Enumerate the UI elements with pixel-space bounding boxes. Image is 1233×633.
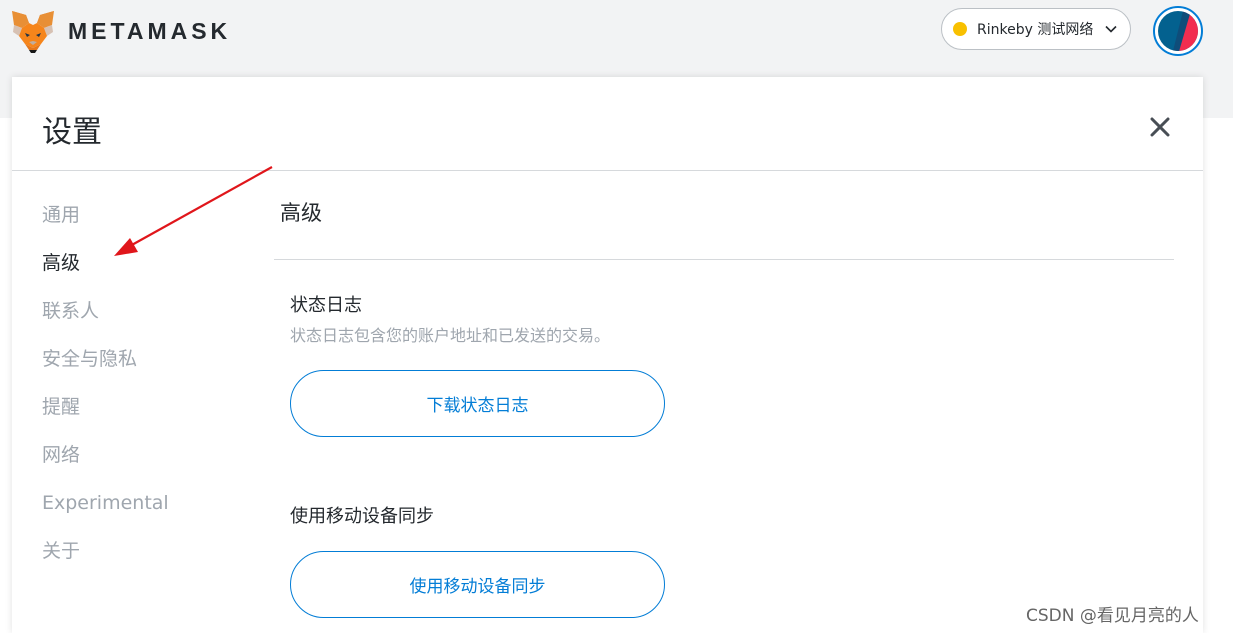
nav-item-experimental[interactable]: Experimental — [42, 483, 169, 531]
metamask-logo[interactable]: METAMASK — [10, 8, 231, 54]
network-label: Rinkeby 测试网络 — [977, 22, 1094, 38]
section-title: 高级 — [280, 201, 322, 225]
annotation-arrow-icon — [114, 166, 273, 256]
state-logs-description: 状态日志包含您的账户地址和已发送的交易。 — [290, 326, 611, 345]
metamask-wordmark: METAMASK — [68, 17, 232, 44]
chevron-down-icon — [1105, 25, 1117, 33]
nav-item-alerts[interactable]: 提醒 — [42, 387, 169, 435]
close-icon[interactable] — [1149, 116, 1171, 138]
section-divider — [274, 259, 1174, 260]
mobile-sync-button[interactable]: 使用移动设备同步 — [290, 551, 665, 618]
nav-item-about[interactable]: 关于 — [42, 531, 169, 579]
network-selector[interactable]: Rinkeby 测试网络 — [941, 8, 1131, 50]
metamask-page: METAMASK Rinkeby 测试网络 设置 通用 高级 联系人 安全与隐私… — [0, 0, 1233, 633]
nav-item-security-privacy[interactable]: 安全与隐私 — [42, 339, 169, 387]
nav-item-contacts[interactable]: 联系人 — [42, 291, 169, 339]
nav-item-networks[interactable]: 网络 — [42, 435, 169, 483]
settings-title: 设置 — [42, 115, 102, 150]
account-identicon — [1158, 11, 1198, 51]
account-avatar[interactable] — [1153, 6, 1203, 56]
mobile-sync-title: 使用移动设备同步 — [290, 506, 434, 527]
state-logs-title: 状态日志 — [290, 295, 362, 316]
download-state-logs-button[interactable]: 下载状态日志 — [290, 370, 665, 437]
metamask-fox-icon — [12, 11, 54, 53]
watermark: CSDN @看见月亮的人 — [1026, 606, 1199, 626]
network-status-dot — [953, 22, 967, 36]
